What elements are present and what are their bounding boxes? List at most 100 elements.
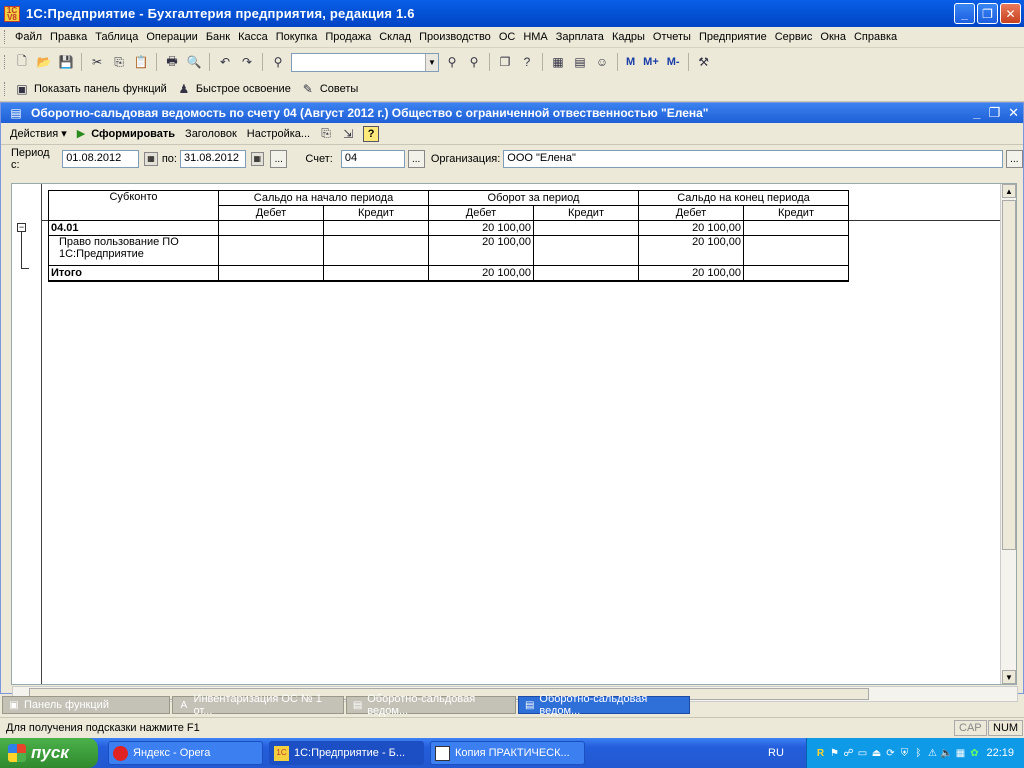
restore-button[interactable]: ❐ bbox=[977, 3, 998, 24]
copy-settings-icon[interactable]: ⎘ bbox=[317, 125, 335, 143]
language-indicator[interactable]: RU bbox=[768, 747, 784, 759]
warning-tray-icon[interactable]: ⚠ bbox=[927, 747, 938, 760]
menu-os[interactable]: ОС bbox=[495, 31, 520, 43]
period-from-field[interactable]: 01.08.2012 bbox=[62, 150, 140, 168]
menu-file[interactable]: Файл bbox=[11, 31, 46, 43]
show-panel-button[interactable]: ▣ Показать панель функций bbox=[11, 80, 167, 98]
cut-icon[interactable]: ✂ bbox=[88, 53, 106, 71]
minimize-button[interactable]: _ bbox=[954, 3, 975, 24]
header-button[interactable]: Заголовок bbox=[180, 128, 242, 140]
volume-icon[interactable]: 🔈 bbox=[940, 747, 952, 760]
organization-field[interactable]: ООО "Елена" bbox=[503, 150, 1003, 168]
save-icon[interactable]: 💾 bbox=[57, 53, 75, 71]
account-field[interactable]: 04 bbox=[340, 150, 405, 168]
calendar-icon[interactable]: ▦ bbox=[250, 152, 265, 166]
find-prev-icon[interactable]: ⚲ bbox=[465, 53, 483, 71]
menu-production[interactable]: Производство bbox=[415, 31, 495, 43]
yandex-tray-icon[interactable]: R bbox=[815, 747, 826, 760]
bluetooth-tray-icon[interactable]: ᛒ bbox=[913, 747, 924, 760]
network-tray-icon[interactable]: ☍ bbox=[843, 747, 854, 760]
report-spreadsheet[interactable]: − Субконто Сальдо на начало периода Обор… bbox=[11, 183, 1018, 702]
table-row[interactable]: Право пользование ПО 1С:Предприятие 20 1… bbox=[48, 235, 849, 266]
vertical-scrollbar[interactable]: ▲ ▼ bbox=[1000, 184, 1016, 684]
scroll-up-icon[interactable]: ▲ bbox=[1002, 184, 1016, 198]
calendar-icon[interactable]: ▤ bbox=[571, 53, 589, 71]
menu-cash[interactable]: Касса bbox=[234, 31, 272, 43]
calculator-icon[interactable]: ▦ bbox=[549, 53, 567, 71]
paste-icon[interactable]: 📋 bbox=[132, 53, 150, 71]
account-select-button[interactable]: ... bbox=[407, 150, 425, 168]
start-button[interactable]: пуск bbox=[0, 738, 98, 768]
print-icon[interactable]: 🖶 bbox=[163, 53, 181, 71]
organization-select-button[interactable]: ... bbox=[1005, 150, 1024, 168]
menu-purchase[interactable]: Покупка bbox=[272, 31, 322, 43]
help-icon[interactable]: ? bbox=[363, 125, 380, 142]
tips-button[interactable]: ✎ Советы bbox=[297, 80, 359, 98]
menu-operations[interactable]: Операции bbox=[142, 31, 201, 43]
memory-plus-button[interactable]: M+ bbox=[643, 56, 659, 68]
menu-reports[interactable]: Отчеты bbox=[649, 31, 695, 43]
menu-service[interactable]: Сервис bbox=[771, 31, 817, 43]
table-row[interactable]: 04.01 20 100,00 20 100,00 bbox=[48, 220, 849, 236]
menu-salary[interactable]: Зарплата bbox=[552, 31, 608, 43]
menu-sale[interactable]: Продажа bbox=[321, 31, 375, 43]
tab-function-panel[interactable]: ▣ Панель функций bbox=[2, 696, 170, 714]
close-button[interactable]: ✕ bbox=[1000, 3, 1021, 24]
calendar-icon[interactable]: ▦ bbox=[144, 152, 158, 166]
display-tray-icon[interactable]: ▦ bbox=[955, 747, 966, 760]
grip-handle[interactable] bbox=[4, 55, 7, 69]
actions-menu[interactable]: Действия ▾ bbox=[5, 127, 72, 141]
redo-icon[interactable]: ↷ bbox=[238, 53, 256, 71]
menu-bank[interactable]: Банк bbox=[202, 31, 234, 43]
grip-handle[interactable] bbox=[4, 81, 7, 96]
tab-inventory[interactable]: A Инвентаризация ОС № 1 от... bbox=[172, 693, 344, 717]
settings-button[interactable]: Настройка... bbox=[242, 128, 315, 140]
menu-help[interactable]: Справка bbox=[850, 31, 901, 43]
scroll-down-icon[interactable]: ▼ bbox=[1002, 670, 1016, 684]
task-1c[interactable]: 1C 1С:Предприятие - Б... bbox=[269, 741, 424, 765]
shield-icon[interactable]: ⛨ bbox=[899, 747, 910, 760]
tab-osv-2[interactable]: ▤ Оборотно-сальдовая ведом... bbox=[518, 693, 690, 717]
period-select-button[interactable]: ... bbox=[270, 150, 288, 168]
memory-m-button[interactable]: M bbox=[626, 56, 635, 68]
1c-help-icon[interactable]: ? bbox=[518, 53, 536, 71]
chevron-down-icon[interactable]: ▼ bbox=[425, 53, 438, 71]
doc-restore-button[interactable]: ❐ bbox=[988, 105, 1000, 121]
doc-minimize-button[interactable]: _ bbox=[973, 105, 980, 121]
find-next-icon[interactable]: ⚲ bbox=[443, 53, 461, 71]
clover-tray-icon[interactable]: ✿ bbox=[969, 747, 980, 760]
task-word-doc[interactable]: Копия ПРАКТИЧЕСК... bbox=[430, 741, 585, 765]
menu-hr[interactable]: Кадры bbox=[608, 31, 649, 43]
undo-icon[interactable]: ↶ bbox=[216, 53, 234, 71]
period-to-field[interactable]: 31.08.2012 bbox=[179, 150, 246, 168]
load-settings-icon[interactable]: ⇲ bbox=[339, 125, 357, 143]
memory-minus-button[interactable]: M- bbox=[667, 56, 680, 68]
copy-icon[interactable]: ⎘ bbox=[110, 53, 128, 71]
antivirus-tray-icon[interactable]: ⚑ bbox=[829, 747, 840, 760]
menu-edit[interactable]: Правка bbox=[46, 31, 91, 43]
tab-osv-1[interactable]: ▤ Оборотно-сальдовая ведом... bbox=[346, 693, 516, 717]
task-opera[interactable]: Яндекс - Opera bbox=[108, 741, 263, 765]
windows-icon[interactable]: ❐ bbox=[496, 53, 514, 71]
safely-remove-tray-icon[interactable]: ⏏ bbox=[871, 747, 882, 760]
doc-close-button[interactable]: ✕ bbox=[1008, 105, 1019, 121]
print-preview-icon[interactable]: 🔍 bbox=[185, 53, 203, 71]
menu-enterprise[interactable]: Предприятие bbox=[695, 31, 771, 43]
tools-icon[interactable]: ⚒ bbox=[695, 53, 713, 71]
menu-warehouse[interactable]: Склад bbox=[375, 31, 415, 43]
scroll-thumb[interactable] bbox=[1002, 200, 1016, 550]
new-document-icon[interactable]: 🗋 bbox=[13, 53, 31, 71]
find-icon[interactable]: ⚲ bbox=[269, 53, 287, 71]
generate-button[interactable]: ▶ Сформировать bbox=[72, 127, 180, 141]
clock[interactable]: 22:19 bbox=[986, 747, 1014, 759]
search-combo[interactable]: ▼ bbox=[291, 52, 439, 72]
user-icon[interactable]: ☺ bbox=[593, 53, 611, 71]
collapse-group-icon[interactable]: − bbox=[17, 223, 26, 232]
menu-windows[interactable]: Окна bbox=[816, 31, 850, 43]
table-total-row[interactable]: Итого 20 100,00 20 100,00 bbox=[48, 265, 849, 281]
update-tray-icon[interactable]: ⟳ bbox=[885, 747, 896, 760]
quick-learn-button[interactable]: ♟ Быстрое освоение bbox=[173, 80, 290, 98]
open-folder-icon[interactable]: 📂 bbox=[35, 53, 53, 71]
menu-table[interactable]: Таблица bbox=[91, 31, 142, 43]
monitor-tray-icon[interactable]: ▭ bbox=[857, 747, 868, 760]
